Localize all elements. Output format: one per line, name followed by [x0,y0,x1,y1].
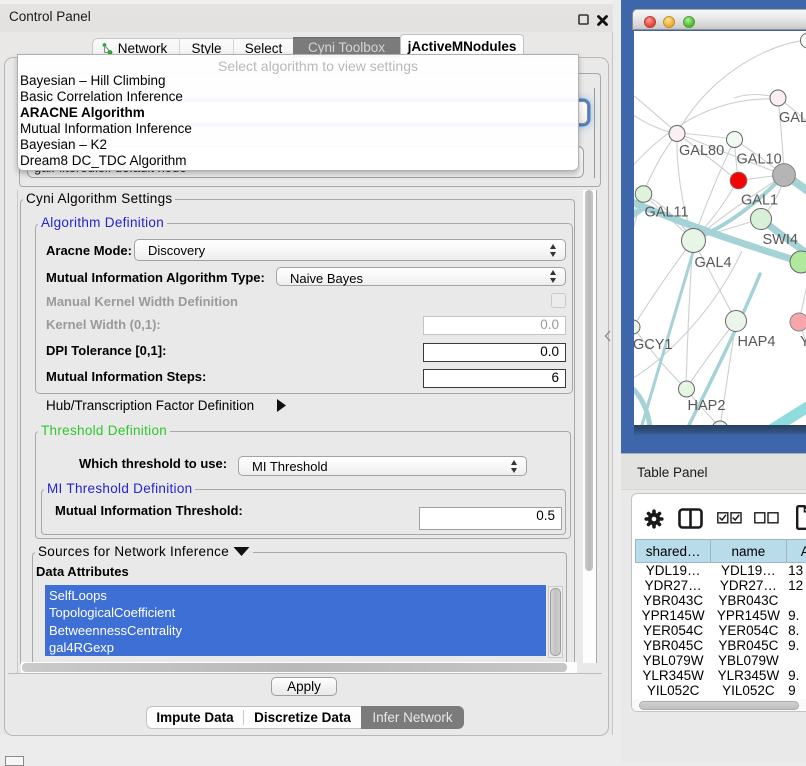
svg-text:GAL1: GAL1 [741,193,778,209]
svg-text:GAL80: GAL80 [679,143,724,159]
svg-text:HAP4: HAP4 [738,334,776,350]
svg-text:HAP2: HAP2 [688,398,726,414]
svg-text:SWI4: SWI4 [763,232,798,248]
svg-text:Y: Y [800,334,806,350]
svg-text:GAL2: GAL2 [779,110,806,126]
svg-text:GAL4: GAL4 [695,255,732,271]
svg-text:GCY1: GCY1 [634,337,673,353]
svg-text:GAL10: GAL10 [737,152,782,168]
svg-text:GAL11: GAL11 [645,205,689,221]
